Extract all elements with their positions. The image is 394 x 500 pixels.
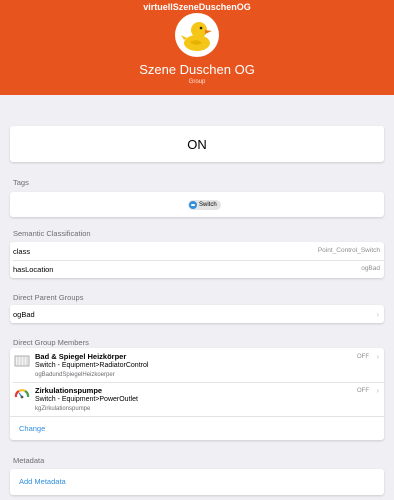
item-type: Group bbox=[188, 79, 206, 85]
state-value[interactable]: ON bbox=[10, 137, 384, 152]
radiator-icon bbox=[14, 354, 30, 368]
member-semantic: Switch - Equipment>PowerOutlet bbox=[35, 396, 138, 403]
duck-icon bbox=[175, 13, 219, 57]
member-name: ogBadundSpiegelHeizkoerper bbox=[35, 372, 115, 378]
semantic-value: ogBad bbox=[361, 265, 380, 272]
tags-card: Switch bbox=[10, 192, 384, 217]
semantic-row-location: hasLocation ogBad bbox=[10, 260, 384, 278]
metadata-card: Add Metadata bbox=[10, 469, 384, 495]
tag-chip-switch[interactable]: Switch bbox=[188, 200, 221, 210]
semantic-key: class bbox=[13, 247, 31, 256]
metadata-section-title: Metadata bbox=[13, 456, 45, 465]
parent-group-label: ogBad bbox=[13, 310, 35, 319]
gauge-icon bbox=[14, 386, 30, 400]
state-card[interactable]: ON bbox=[10, 126, 384, 162]
member-state: OFF bbox=[357, 354, 369, 360]
item-label: Szene Duschen OG bbox=[139, 62, 255, 77]
change-members-link[interactable]: Change bbox=[19, 424, 45, 433]
members-section-title: Direct Group Members bbox=[13, 338, 89, 347]
member-item[interactable]: Bad & Spiegel Heizkörper Switch - Equipm… bbox=[10, 348, 384, 382]
semantic-value: Point_Control_Switch bbox=[317, 247, 380, 254]
item-header: virtuellSzeneDuschenOG Szene Duschen OG … bbox=[0, 0, 394, 95]
semantic-section-title: Semantic Classification bbox=[13, 229, 91, 238]
parent-group-item[interactable]: ogBad › bbox=[10, 305, 384, 323]
semantic-row-class: class Point_Control_Switch bbox=[10, 242, 384, 260]
switch-icon bbox=[189, 201, 197, 209]
member-label: Bad & Spiegel Heizkörper bbox=[35, 352, 127, 361]
tag-chip-label: Switch bbox=[199, 202, 217, 208]
parents-card: ogBad › bbox=[10, 305, 384, 323]
chevron-right-icon: › bbox=[376, 310, 379, 319]
member-item[interactable]: Zirkulationspumpe Switch - Equipment>Pow… bbox=[10, 382, 384, 416]
chevron-right-icon: › bbox=[376, 386, 379, 395]
semantic-card: class Point_Control_Switch hasLocation o… bbox=[10, 242, 384, 278]
page-title: virtuellSzeneDuschenOG bbox=[143, 2, 251, 12]
member-state: OFF bbox=[357, 388, 369, 394]
tags-section-title: Tags bbox=[13, 178, 29, 187]
divider bbox=[10, 416, 384, 417]
member-label: Zirkulationspumpe bbox=[35, 386, 103, 395]
members-card: Bad & Spiegel Heizkörper Switch - Equipm… bbox=[10, 348, 384, 440]
member-semantic: Switch - Equipment>RadiatorControl bbox=[35, 362, 149, 369]
chevron-right-icon: › bbox=[376, 352, 379, 361]
semantic-key: hasLocation bbox=[13, 265, 54, 274]
add-metadata-link[interactable]: Add Metadata bbox=[19, 477, 66, 486]
parents-section-title: Direct Parent Groups bbox=[13, 293, 84, 302]
member-name: kgZirkulationspumpe bbox=[35, 406, 91, 412]
